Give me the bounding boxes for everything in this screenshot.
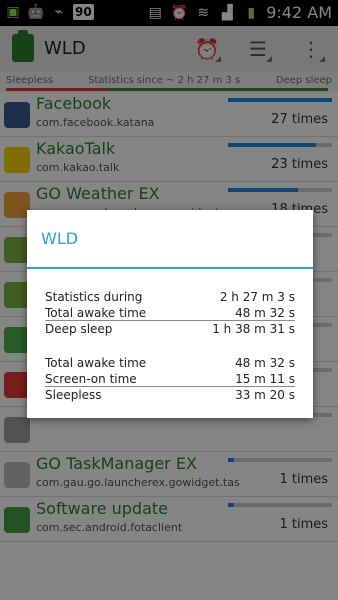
dialog-row: Sleepless 33 m 20 s (45, 388, 295, 402)
dialog-row-label: Total awake time (45, 306, 147, 320)
dialog-divider (27, 267, 313, 269)
dialog-row-label: Total awake time (45, 356, 147, 370)
dialog-row-value: 15 m 11 s (235, 372, 295, 386)
dialog-separator (45, 386, 295, 387)
dialog-separator (45, 320, 295, 321)
dialog-row-value: 48 m 32 s (235, 306, 295, 320)
dialog-row-label: Sleepless (45, 388, 102, 402)
dialog-row: Statistics during 2 h 27 m 3 s (45, 290, 295, 304)
dialog-row-value: 48 m 32 s (235, 356, 295, 370)
dialog-row-value: 33 m 20 s (235, 388, 295, 402)
dialog-row: Deep sleep 1 h 38 m 31 s (45, 322, 295, 336)
dialog-row-label: Statistics during (45, 290, 143, 304)
dialog-row: Total awake time 48 m 32 s (45, 306, 295, 320)
dialog-row-value: 1 h 38 m 31 s (212, 322, 295, 336)
dialog-row: Screen-on time 15 m 11 s (45, 372, 295, 386)
wld-dialog: WLD Statistics during 2 h 27 m 3 s Total… (27, 210, 313, 418)
dialog-row-label: Deep sleep (45, 322, 113, 336)
dialog-row: Total awake time 48 m 32 s (45, 356, 295, 370)
dialog-title: WLD (41, 229, 79, 248)
dialog-row-label: Screen-on time (45, 372, 137, 386)
dialog-row-value: 2 h 27 m 3 s (219, 290, 295, 304)
